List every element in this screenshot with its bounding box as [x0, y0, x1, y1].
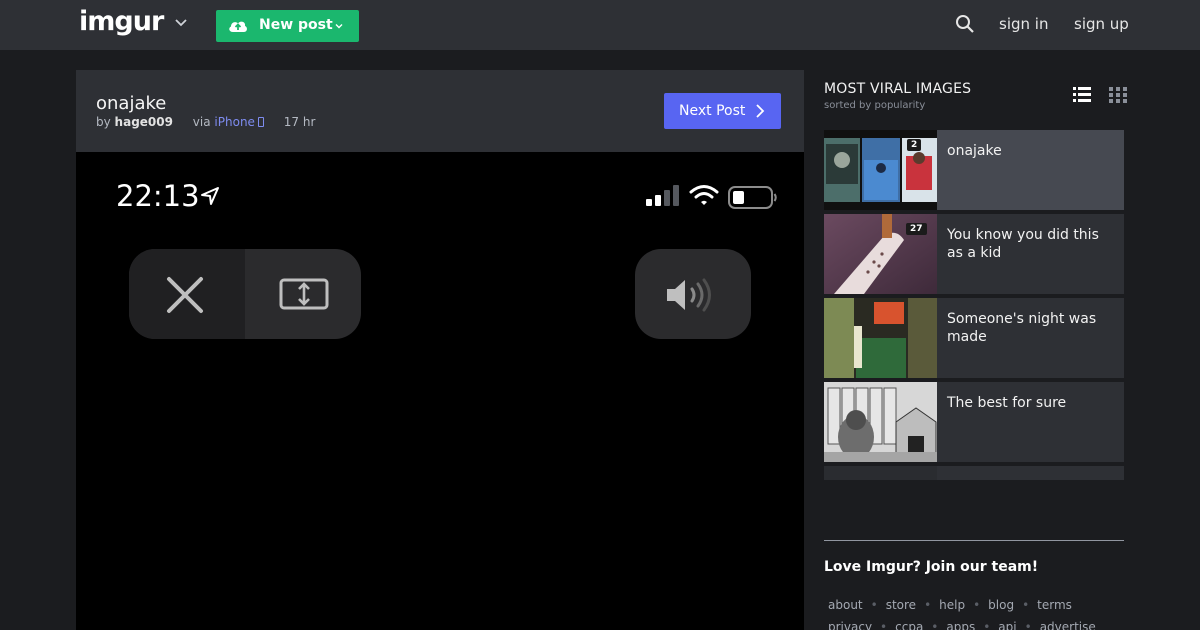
viral-item[interactable]: Someone's night was made: [824, 298, 1124, 378]
wifi-icon: [689, 185, 719, 205]
search-icon[interactable]: [955, 14, 975, 34]
signal-icon: [646, 185, 679, 206]
close-icon: [167, 277, 203, 313]
footer-link-blog[interactable]: blog: [988, 598, 1014, 612]
footer-link-terms[interactable]: terms: [1037, 598, 1072, 612]
phone-icon: [257, 117, 264, 127]
divider: [824, 540, 1124, 541]
chevron-down-icon[interactable]: [172, 14, 190, 32]
sidebar-subheading: sorted by popularity: [824, 100, 926, 111]
thumbnail: [824, 466, 937, 480]
viral-item[interactable]: 27 You know you did this as a kid: [824, 214, 1124, 294]
footer-link-privacy[interactable]: privacy: [828, 620, 872, 630]
imgur-logo[interactable]: imgur: [79, 6, 164, 37]
next-post-label: Next Post: [679, 103, 746, 119]
thumbnail: [824, 298, 937, 378]
author-link[interactable]: hage009: [115, 115, 173, 129]
footer-links: about • store • help • blog • terms: [828, 598, 1072, 612]
viral-item-title: You know you did this as a kid: [947, 227, 1099, 261]
sidebar-heading: MOST VIRAL IMAGES: [824, 81, 972, 97]
next-post-button[interactable]: Next Post: [664, 93, 781, 129]
viral-item[interactable]: The best for sure: [824, 382, 1124, 462]
join-team-link[interactable]: Love Imgur? Join our team!: [824, 559, 1038, 575]
image-count-badge: 27: [906, 223, 927, 235]
post-header: onajake by hage009 via iPhone 17 hr Next…: [76, 70, 804, 152]
viral-item[interactable]: [824, 466, 1124, 480]
platform-link[interactable]: iPhone: [214, 115, 255, 129]
post-title: onajake: [96, 93, 167, 114]
post-meta: by hage009 via iPhone 17 hr: [96, 115, 315, 129]
resize-icon: [279, 278, 329, 310]
grid-view-icon[interactable]: [1108, 85, 1128, 105]
by-label: by: [96, 115, 111, 129]
list-view-icon[interactable]: [1072, 85, 1092, 105]
new-post-button[interactable]: New post: [216, 10, 359, 42]
footer-link-api[interactable]: api: [998, 620, 1016, 630]
sign-up-link[interactable]: sign up: [1074, 15, 1129, 33]
post-image[interactable]: 22:13: [76, 152, 804, 630]
thumbnail: [824, 382, 937, 462]
post-panel: onajake by hage009 via iPhone 17 hr Next…: [76, 70, 804, 630]
via-label: via: [192, 115, 211, 129]
footer-link-apps[interactable]: apps: [946, 620, 975, 630]
chevron-right-icon: [756, 104, 765, 118]
image-count-badge: 2: [907, 139, 922, 151]
viral-item-title: Someone's night was made: [947, 311, 1097, 345]
footer-link-advertise[interactable]: advertise: [1040, 620, 1096, 630]
chevron-down-icon[interactable]: [333, 20, 345, 32]
footer-link-help[interactable]: help: [939, 598, 965, 612]
footer-links: privacy • ccpa • apps • api • advertise: [828, 620, 1096, 630]
footer-link-ccpa[interactable]: ccpa: [895, 620, 923, 630]
footer-link-about[interactable]: about: [828, 598, 863, 612]
location-arrow-icon: [201, 187, 219, 205]
viral-item-title: The best for sure: [947, 395, 1067, 411]
volume-control-pill: [635, 249, 751, 339]
video-controls-pill: [129, 249, 361, 339]
top-bar: imgur New post sign in sign up: [0, 0, 1200, 50]
sign-in-link[interactable]: sign in: [999, 15, 1048, 33]
footer-link-store[interactable]: store: [886, 598, 916, 612]
new-post-label: New post: [259, 17, 333, 33]
viral-item-title: onajake: [947, 143, 1002, 159]
speaker-icon: [667, 278, 711, 312]
post-age: 17 hr: [283, 115, 316, 129]
cloud-upload-icon: [229, 21, 247, 32]
battery-icon: [728, 186, 777, 209]
viral-item[interactable]: 2 onajake: [824, 130, 1124, 210]
status-time: 22:13: [116, 179, 200, 213]
